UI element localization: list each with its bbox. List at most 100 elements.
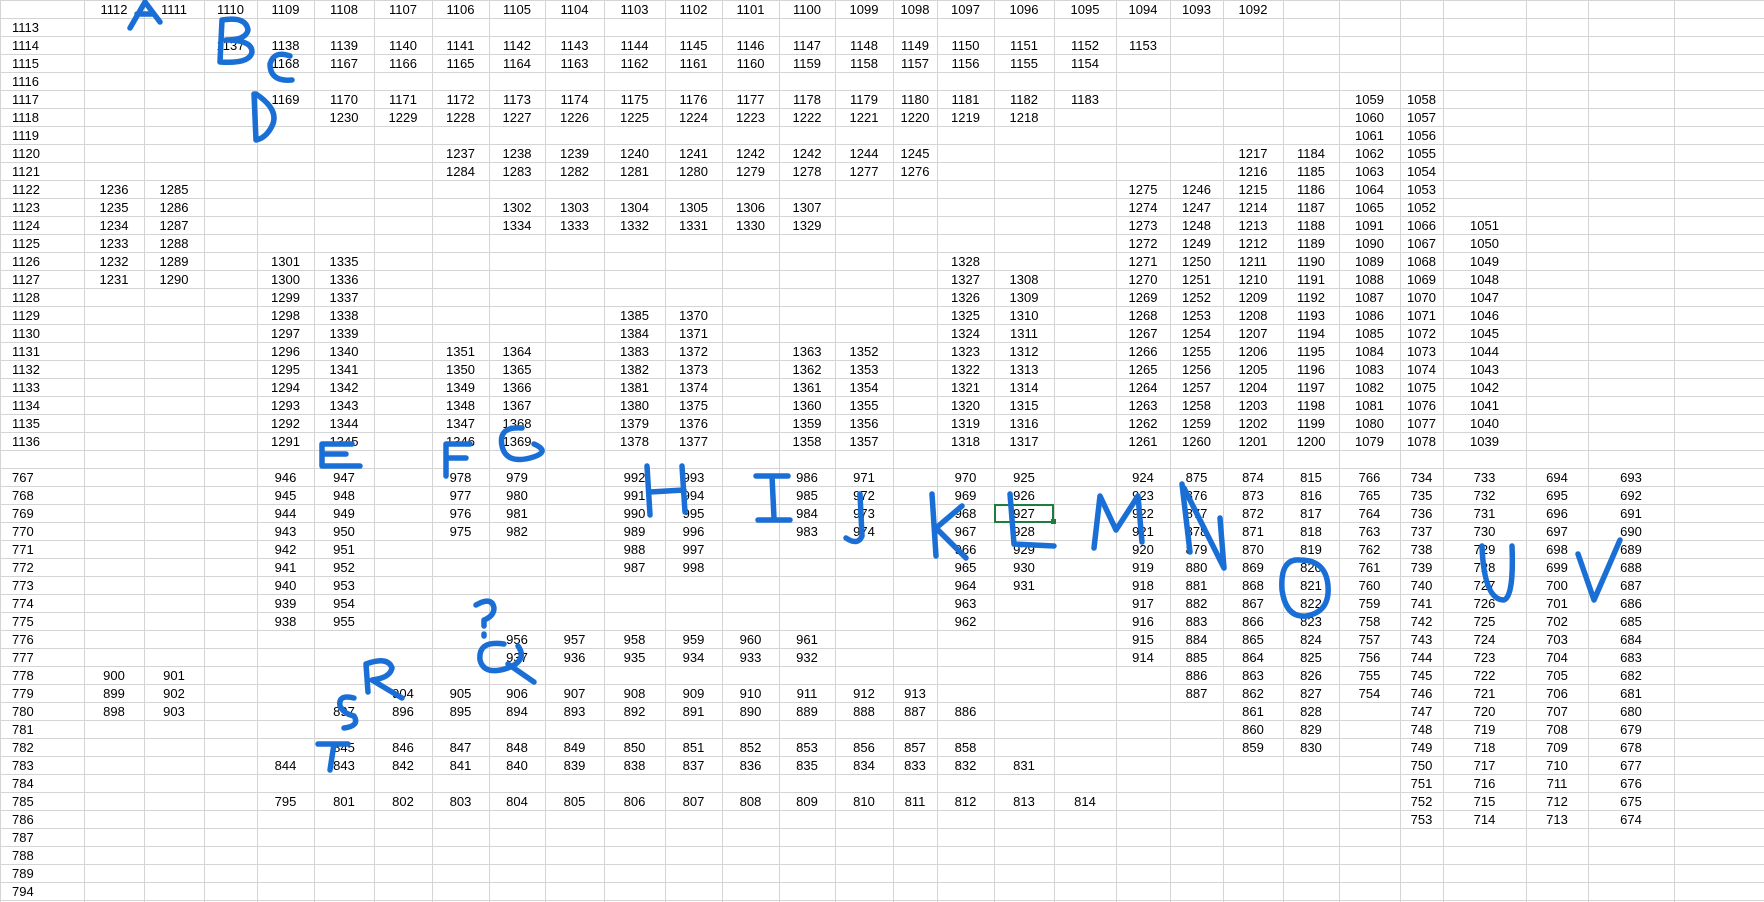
cell-value[interactable]: 932 <box>796 650 818 665</box>
cell-value[interactable]: 852 <box>740 740 762 755</box>
cell-value[interactable]: 864 <box>1242 650 1264 665</box>
cell-value[interactable]: 1201 <box>1239 434 1268 449</box>
cell-value[interactable]: 1376 <box>679 416 708 431</box>
cell-value[interactable]: 806 <box>624 794 646 809</box>
cell-value[interactable]: 1255 <box>1182 344 1211 359</box>
cell-value[interactable]: 1252 <box>1182 290 1211 305</box>
cell-value[interactable]: 1180 <box>901 92 929 107</box>
cell-value[interactable]: 1212 <box>1239 236 1268 251</box>
cell-value[interactable]: 705 <box>1546 668 1568 683</box>
cell-value[interactable]: 1083 <box>1355 362 1384 377</box>
cell-value[interactable]: 948 <box>333 488 355 503</box>
cell-value[interactable]: 1362 <box>793 362 822 377</box>
cell-value[interactable]: 1384 <box>620 326 649 341</box>
cell-value[interactable]: 1147 <box>793 38 821 53</box>
cell-value[interactable]: 970 <box>955 470 977 485</box>
cell-value[interactable]: 690 <box>1620 524 1642 539</box>
cell-value[interactable]: 1385 <box>620 308 649 323</box>
cell-value[interactable]: 1240 <box>620 146 649 161</box>
cell-value[interactable]: 941 <box>275 560 297 575</box>
cell-value[interactable]: 1067 <box>1407 236 1436 251</box>
cell-value[interactable]: 1177 <box>737 92 765 107</box>
cell-value[interactable]: 1299 <box>271 290 300 305</box>
cell-value[interactable]: 1148 <box>850 38 878 53</box>
cell-value[interactable]: 1264 <box>1129 380 1158 395</box>
cell-value[interactable]: 1117 <box>12 92 39 107</box>
cell-value[interactable]: 1208 <box>1239 308 1268 323</box>
cell-value[interactable]: 1125 <box>12 236 40 251</box>
cell-value[interactable]: 1259 <box>1182 416 1211 431</box>
cell-value[interactable]: 1251 <box>1182 272 1211 287</box>
cell-value[interactable]: 1254 <box>1182 326 1211 341</box>
cell-value[interactable]: 735 <box>1411 488 1433 503</box>
cell-value[interactable]: 818 <box>1300 524 1322 539</box>
cell-value[interactable]: 743 <box>1411 632 1433 647</box>
cell-value[interactable]: 1095 <box>1071 2 1100 17</box>
cell-value[interactable]: 761 <box>1359 560 1381 575</box>
cell-value[interactable]: 1088 <box>1355 272 1384 287</box>
cell-value[interactable]: 1326 <box>951 290 980 305</box>
cell-value[interactable]: 1041 <box>1470 398 1499 413</box>
cell-value[interactable]: 1318 <box>951 434 980 449</box>
cell-value[interactable]: 1247 <box>1182 200 1211 215</box>
cell-value[interactable]: 739 <box>1411 560 1433 575</box>
cell-value[interactable]: 984 <box>796 506 818 521</box>
cell-value[interactable]: 1118 <box>12 110 39 125</box>
cell-value[interactable]: 1174 <box>561 92 589 107</box>
cell-value[interactable]: 1306 <box>736 200 765 215</box>
cell-value[interactable]: 870 <box>1242 542 1264 557</box>
cell-value[interactable]: 1162 <box>621 56 649 71</box>
cell-value[interactable]: 1245 <box>901 146 930 161</box>
cell-value[interactable]: 1100 <box>793 2 821 17</box>
cell-value[interactable]: 1367 <box>503 398 532 413</box>
cell-value[interactable]: 1200 <box>1297 434 1326 449</box>
cell-value[interactable]: 1242 <box>736 146 765 161</box>
cell-value[interactable]: 1265 <box>1129 362 1158 377</box>
cell-value[interactable]: 691 <box>1620 506 1642 521</box>
cell-value[interactable]: 1065 <box>1355 200 1384 215</box>
cell-value[interactable]: 1249 <box>1182 236 1211 251</box>
cell-value[interactable]: 1045 <box>1470 326 1499 341</box>
cell-value[interactable]: 834 <box>853 758 875 773</box>
cell-value[interactable]: 1149 <box>901 38 929 53</box>
cell-value[interactable]: 1097 <box>951 2 980 17</box>
cell-value[interactable]: 1330 <box>736 218 765 233</box>
cell-value[interactable]: 700 <box>1546 578 1568 593</box>
cell-value[interactable]: 1049 <box>1470 254 1499 269</box>
cell-value[interactable]: 701 <box>1546 596 1568 611</box>
cell-value[interactable]: 1047 <box>1470 290 1499 305</box>
cell-value[interactable]: 1319 <box>951 416 980 431</box>
cell-value[interactable]: 825 <box>1300 650 1322 665</box>
cell-value[interactable]: 715 <box>1474 794 1496 809</box>
cell-value[interactable]: 813 <box>1013 794 1035 809</box>
cell-value[interactable]: 926 <box>1013 488 1035 503</box>
cell-value[interactable]: 752 <box>1411 794 1433 809</box>
cell-value[interactable]: 1322 <box>951 362 980 377</box>
cell-value[interactable]: 1226 <box>560 110 589 125</box>
cell-value[interactable]: 1378 <box>620 434 649 449</box>
cell-value[interactable]: 846 <box>392 740 414 755</box>
cell-value[interactable]: 1358 <box>793 434 822 449</box>
cell-value[interactable]: 1186 <box>1297 182 1325 197</box>
cell-value[interactable]: 1229 <box>389 110 418 125</box>
cell-value[interactable]: 731 <box>1474 506 1496 521</box>
cell-value[interactable]: 1289 <box>160 254 189 269</box>
cell-value[interactable]: 678 <box>1620 740 1642 755</box>
cell-value[interactable]: 835 <box>796 758 818 773</box>
cell-value[interactable]: 1170 <box>330 92 358 107</box>
cell-value[interactable]: 681 <box>1620 686 1642 701</box>
cell-value[interactable]: 1159 <box>793 56 821 71</box>
cell-value[interactable]: 881 <box>1186 578 1208 593</box>
cell-value[interactable]: 1222 <box>793 110 822 125</box>
cell-value[interactable]: 789 <box>12 866 34 881</box>
cell-value[interactable]: 1286 <box>160 200 189 215</box>
cell-value[interactable]: 1309 <box>1010 290 1039 305</box>
cell-value[interactable]: 1110 <box>217 2 244 17</box>
cell-value[interactable]: 908 <box>624 686 646 701</box>
cell-value[interactable]: 696 <box>1546 506 1568 521</box>
cell-value[interactable]: 692 <box>1620 488 1642 503</box>
cell-value[interactable]: 1178 <box>793 92 821 107</box>
cell-value[interactable]: 804 <box>506 794 528 809</box>
cell-value[interactable]: 809 <box>796 794 818 809</box>
cell-value[interactable]: 1071 <box>1407 308 1436 323</box>
